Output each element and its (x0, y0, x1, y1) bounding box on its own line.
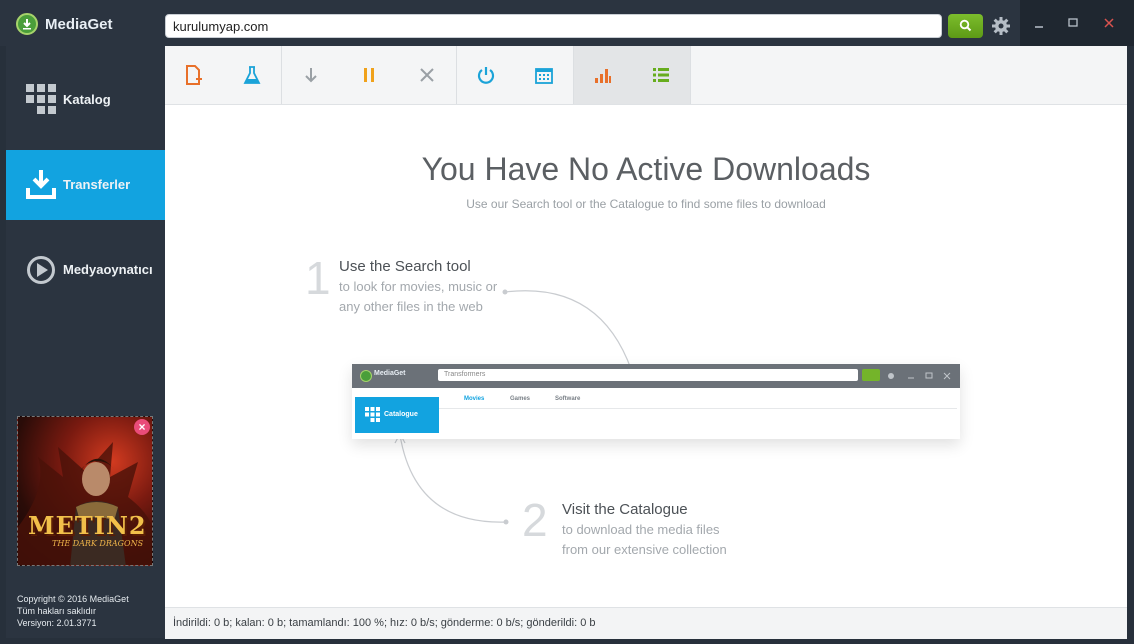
create-torrent-button[interactable] (223, 46, 281, 104)
app-preview-illustration: MediaGet Transformers Catalogue Movies G… (352, 364, 960, 439)
preview-grid-icon (365, 407, 380, 422)
search-icon (959, 19, 972, 32)
status-bar: İndirildi: 0 b; kalan: 0 b; tamamlandı: … (165, 607, 1127, 639)
list-icon (653, 68, 669, 82)
preview-tab-software: Software (555, 396, 581, 402)
download-icon (26, 170, 56, 199)
copyright-line: Copyright © 2016 MediaGet (17, 594, 129, 604)
ad-banner[interactable]: × METIN2 THE DARK DRAGONS (17, 416, 153, 566)
title-bar: MediaGet (0, 0, 1134, 46)
sidebar: Katalog Transferler Medyaoynatıcı × METI… (6, 46, 165, 638)
search-field[interactable] (165, 14, 942, 38)
step-1-number: 1 (305, 252, 331, 304)
preview-tab-games: Games (510, 396, 531, 402)
step-1-line-2: any other files in the web (339, 299, 483, 314)
statistics-button[interactable] (574, 46, 632, 104)
mediaget-logo-icon (16, 13, 38, 35)
power-icon (477, 67, 495, 84)
copyright-block: Copyright © 2016 MediaGet Tüm hakları sa… (17, 593, 129, 629)
app-window: MediaGet kurulumyap.com Katalog Transfer… (0, 0, 1134, 644)
preview-catalogue-item: Catalogue (355, 397, 439, 433)
toolbar-separator (690, 46, 691, 104)
bar-chart-icon (595, 69, 611, 83)
calendar-icon (535, 68, 553, 84)
search-input[interactable] (173, 18, 933, 34)
preview-catalogue-label: Catalogue (384, 411, 418, 418)
preview-app-name: MediaGet (374, 370, 406, 377)
maximize-icon (1068, 18, 1078, 27)
list-view-button[interactable] (632, 46, 690, 104)
step-2-description: to download the media files from our ext… (562, 520, 727, 560)
step-2-line-2: from our extensive collection (562, 542, 727, 557)
settings-button[interactable] (990, 15, 1012, 37)
ad-title: METIN2 (28, 511, 147, 540)
play-icon (27, 256, 55, 284)
preview-search-field: Transformers (438, 369, 858, 381)
pause-icon (364, 68, 374, 82)
preview-title-bar: MediaGet Transformers (352, 364, 960, 388)
step-2-number: 2 (522, 494, 548, 546)
maximize-button[interactable] (1062, 12, 1084, 34)
add-file-icon (186, 65, 202, 85)
sidebar-item-label: Katalog (63, 92, 111, 107)
sidebar-item-katalog[interactable]: Katalog (6, 65, 165, 135)
window-controls (1020, 0, 1134, 46)
preview-logo-icon (360, 370, 372, 382)
search-button[interactable] (948, 14, 983, 38)
shutdown-button[interactable] (457, 46, 515, 104)
step-1-description: to look for movies, music or any other f… (339, 277, 497, 317)
version-line: Versiyon: 2.01.3771 (17, 618, 97, 628)
close-button[interactable] (1098, 12, 1120, 34)
step-1-title: Use the Search tool (339, 258, 471, 275)
toolbar (165, 46, 1127, 105)
flask-icon (243, 66, 261, 84)
sidebar-item-transferler[interactable]: Transferler (6, 150, 165, 220)
ad-subtitle: THE DARK DRAGONS (52, 539, 144, 548)
step-2-title: Visit the Catalogue (562, 501, 688, 518)
close-x-icon (420, 68, 434, 82)
minimize-icon (1035, 26, 1043, 28)
gear-icon (992, 17, 1010, 35)
downloads-empty-state: You Have No Active Downloads Use our Sea… (165, 105, 1127, 607)
step-1-line-1: to look for movies, music or (339, 279, 498, 294)
pause-button[interactable] (340, 46, 398, 104)
preview-divider (439, 408, 957, 409)
minimize-button[interactable] (1028, 12, 1050, 34)
start-download-button[interactable] (282, 46, 340, 104)
remove-button[interactable] (398, 46, 456, 104)
sidebar-item-label: Transferler (63, 177, 131, 192)
preview-tab-movies: Movies (464, 396, 485, 402)
arrow-down-icon (305, 68, 317, 83)
preview-window-controls (888, 372, 951, 380)
ad-close-button[interactable]: × (134, 419, 150, 435)
grid-icon (26, 84, 56, 114)
scheduler-button[interactable] (515, 46, 573, 104)
close-icon (1104, 18, 1114, 28)
preview-search-icon (862, 369, 880, 381)
rights-line: Tüm hakları saklıdır (17, 606, 97, 616)
status-text: İndirildi: 0 b; kalan: 0 b; tamamlandı: … (173, 617, 596, 629)
app-name: MediaGet (45, 16, 113, 33)
sidebar-item-label: Medyaoynatıcı (63, 262, 153, 277)
step-2-line-1: to download the media files (562, 522, 720, 537)
add-torrent-button[interactable] (165, 46, 223, 104)
preview-search-text: Transformers (444, 371, 486, 378)
sidebar-item-medyaoynatici[interactable]: Medyaoynatıcı (6, 235, 165, 305)
